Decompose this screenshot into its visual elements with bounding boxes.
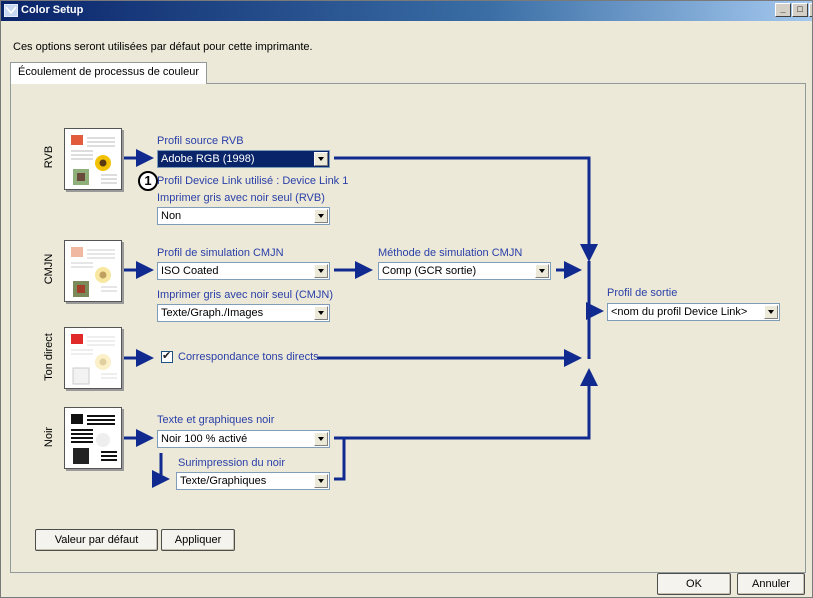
spot-matching-checkbox[interactable]: ✔ xyxy=(161,350,173,363)
output-profile-label: Profil de sortie xyxy=(607,287,678,299)
cmyk-simulation-profile-select[interactable]: ISO Coated xyxy=(157,262,330,280)
chevron-down-icon[interactable] xyxy=(535,264,549,278)
cmyk-simulation-profile-value: ISO Coated xyxy=(161,265,219,277)
black-document-thumbnail xyxy=(64,407,122,469)
default-values-button[interactable]: Valeur par défaut xyxy=(35,529,158,551)
black-text-graphics-label: Texte et graphiques noir xyxy=(157,414,275,426)
tab-color-workflow[interactable]: Écoulement de processus de couleur xyxy=(10,62,207,84)
row-label-spot: Ton direct xyxy=(43,333,55,381)
chevron-down-icon[interactable] xyxy=(314,432,328,446)
rgb-gray-label: Imprimer gris avec noir seul (RVB) xyxy=(157,192,325,204)
black-overprint-value: Texte/Graphiques xyxy=(180,475,267,487)
rgb-source-profile-label: Profil source RVB xyxy=(157,135,244,147)
black-text-graphics-select[interactable]: Noir 100 % activé xyxy=(157,430,330,448)
black-overprint-label: Surimpression du noir xyxy=(178,457,285,469)
cmyk-document-thumbnail xyxy=(64,240,122,302)
chevron-down-icon[interactable] xyxy=(314,264,328,278)
overprint-join-path xyxy=(334,438,346,481)
row-label-cmyk: CMJN xyxy=(43,253,55,285)
ok-button[interactable]: OK xyxy=(657,573,731,595)
cmyk-simulation-method-label: Méthode de simulation CMJN xyxy=(378,247,523,259)
spot-document-thumbnail xyxy=(64,327,122,389)
cmyk-gray-label: Imprimer gris avec noir seul (CMJN) xyxy=(157,289,334,301)
cancel-button[interactable]: Annuler xyxy=(737,573,805,595)
cmyk-simulation-method-value: Comp (GCR sortie) xyxy=(382,265,477,277)
checkmark-icon: ✔ xyxy=(162,350,172,362)
output-profile-value: <nom du profil Device Link> xyxy=(611,306,748,318)
spot-matching-label[interactable]: Correspondance tons directs xyxy=(178,351,319,363)
black-to-output-path xyxy=(334,368,598,440)
rgb-gray-value: Non xyxy=(161,210,182,222)
chevron-down-icon[interactable] xyxy=(314,474,328,488)
rgb-document-thumbnail xyxy=(64,128,122,190)
callout-badge: 1 xyxy=(138,171,158,191)
cmyk-gray-select[interactable]: Texte/Graph./Images xyxy=(157,304,330,322)
apply-button[interactable]: Appliquer xyxy=(161,529,235,551)
overprint-branch-arrow xyxy=(152,453,170,488)
cmyk-simulation-method-select[interactable]: Comp (GCR sortie) xyxy=(378,262,551,280)
black-text-graphics-value: Noir 100 % activé xyxy=(161,433,248,445)
cmyk-gray-value: Texte/Graph./Images xyxy=(161,307,264,319)
cmyk-simulation-profile-label: Profil de simulation CMJN xyxy=(157,247,284,259)
rgb-source-profile-value: Adobe RGB (1998) xyxy=(161,153,255,165)
rgb-gray-select[interactable]: Non xyxy=(157,207,330,225)
chevron-down-icon[interactable] xyxy=(764,305,778,319)
output-profile-select[interactable]: <nom du profil Device Link> xyxy=(607,303,780,321)
row-label-black: Noir xyxy=(43,426,55,448)
color-setup-window: Color Setup _ □ x Ces options seront uti… xyxy=(0,0,813,598)
chevron-down-icon[interactable] xyxy=(314,152,328,166)
rgb-source-profile-select[interactable]: Adobe RGB (1998) xyxy=(157,150,330,168)
device-link-info: Profil Device Link utilisé : Device Link… xyxy=(157,175,349,187)
rgb-to-output-path xyxy=(334,156,598,262)
chevron-down-icon[interactable] xyxy=(314,209,328,223)
black-overprint-select[interactable]: Texte/Graphiques xyxy=(176,472,330,490)
row-label-rgb: RVB xyxy=(43,145,55,169)
chevron-down-icon[interactable] xyxy=(314,306,328,320)
